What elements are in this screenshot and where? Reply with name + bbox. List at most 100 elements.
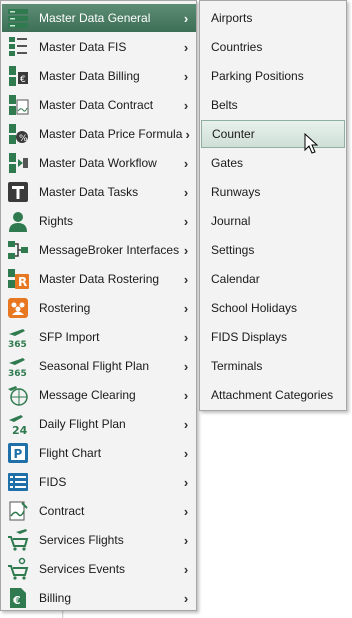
submenu-item-countries[interactable]: Countries <box>201 33 345 61</box>
submenu-arrow-icon: › <box>183 39 189 55</box>
submenu-item-airports[interactable]: Airports <box>201 4 345 32</box>
submenu-item-school-holidays[interactable]: School Holidays <box>201 294 345 322</box>
network-icon <box>6 238 30 262</box>
svg-text:365: 365 <box>8 369 27 378</box>
submenu-item-runways[interactable]: Runways <box>201 178 345 206</box>
menu-item-label: Master Data Contract <box>39 98 154 112</box>
menu-item-rights[interactable]: Rights › <box>2 207 196 235</box>
menu-item-label: FIDS <box>39 475 67 489</box>
svg-text:365: 365 <box>8 340 27 349</box>
svg-text:P: P <box>14 447 23 461</box>
menu-item-billing[interactable]: € Billing › <box>2 584 196 612</box>
menu-item-master-data-fis[interactable]: Master Data FIS › <box>2 33 196 61</box>
submenu-item-settings[interactable]: Settings <box>201 236 345 264</box>
price-formula-icon: % <box>6 122 30 146</box>
workflow-data-icon <box>6 151 30 175</box>
submenu-arrow-icon: › <box>183 416 189 432</box>
menu-item-master-data-general[interactable]: Master Data General › <box>2 4 196 32</box>
submenu-arrow-icon: › <box>183 532 189 548</box>
billing-data-icon: € <box>6 64 30 88</box>
menu-item-label: Billing <box>39 591 72 605</box>
menu-item-seasonal-flight-plan[interactable]: 365 Seasonal Flight Plan › <box>2 352 196 380</box>
main-menu: Master Data General › Master Data FIS › … <box>0 0 197 611</box>
submenu-arrow-icon: › <box>183 590 189 606</box>
menu-item-master-data-workflow[interactable]: Master Data Workflow › <box>2 149 196 177</box>
submenu-arrow-icon: › <box>183 242 189 258</box>
contract-data-icon <box>6 93 30 117</box>
menu-item-label: Master Data Workflow <box>39 156 157 170</box>
contract-signature-icon <box>6 499 30 523</box>
svg-text:%: % <box>19 134 28 144</box>
submenu-master-data-general: Airports Countries Parking Positions Bel… <box>199 0 347 411</box>
submenu-item-belts[interactable]: Belts <box>201 91 345 119</box>
menu-item-master-data-rostering[interactable]: R Master Data Rostering › <box>2 265 196 293</box>
menu-item-label: Master Data Rostering <box>39 272 160 286</box>
menu-item-label: Contract <box>39 504 85 518</box>
submenu-arrow-icon: › <box>185 126 190 142</box>
submenu-arrow-icon: › <box>183 358 189 374</box>
menu-item-label: Daily Flight Plan <box>39 417 126 431</box>
submenu-arrow-icon: › <box>183 213 189 229</box>
menu-item-master-data-price-formula[interactable]: % Master Data Price Formula › <box>2 120 196 148</box>
menu-item-label: MessageBroker Interfaces <box>39 243 180 257</box>
submenu-item-parking-positions[interactable]: Parking Positions <box>201 62 345 90</box>
menu-item-label: Master Data Tasks <box>39 185 139 199</box>
menu-item-sfp-import[interactable]: 365 SFP Import › <box>2 323 196 351</box>
submenu-item-counter[interactable]: Counter <box>201 120 345 148</box>
menu-item-contract[interactable]: Contract › <box>2 497 196 525</box>
svg-text:€: € <box>20 75 26 85</box>
tasks-icon <box>6 180 30 204</box>
submenu-arrow-icon: › <box>183 503 189 519</box>
menu-item-label: Services Flights <box>39 533 124 547</box>
cart-event-icon <box>6 557 30 581</box>
mouse-pointer-icon <box>304 132 320 155</box>
submenu-arrow-icon: › <box>183 561 189 577</box>
menu-item-label: Message Clearing <box>39 388 136 402</box>
user-icon <box>6 209 30 233</box>
menu-item-label: Master Data Price Formula <box>39 127 183 141</box>
menu-item-daily-flight-plan[interactable]: 24 Daily Flight Plan › <box>2 410 196 438</box>
submenu-item-journal[interactable]: Journal <box>201 207 345 235</box>
flight-365-plan-icon: 365 <box>6 354 30 379</box>
menu-item-messagebroker-interfaces[interactable]: MessageBroker Interfaces › <box>2 236 196 264</box>
submenu-arrow-icon: › <box>183 271 189 287</box>
submenu-arrow-icon: › <box>183 68 189 84</box>
server-stack-icon <box>6 6 30 30</box>
menu-item-label: Seasonal Flight Plan <box>39 359 150 373</box>
submenu-arrow-icon: › <box>183 445 189 461</box>
menu-item-label: Services Events <box>39 562 126 576</box>
menu-item-services-flights[interactable]: Services Flights › <box>2 526 196 554</box>
menu-item-label: SFP Import <box>39 330 100 344</box>
svg-text:24: 24 <box>12 424 28 436</box>
menu-item-services-events[interactable]: Services Events › <box>2 555 196 583</box>
submenu-arrow-icon: › <box>183 329 189 345</box>
submenu-item-fids-displays[interactable]: FIDS Displays <box>201 323 345 351</box>
menu-item-rostering[interactable]: Rostering › <box>2 294 196 322</box>
menu-item-master-data-billing[interactable]: € Master Data Billing › <box>2 62 196 90</box>
menu-item-fids[interactable]: FIDS › <box>2 468 196 496</box>
globe-plane-icon <box>6 383 30 407</box>
flight-24-icon: 24 <box>6 412 30 437</box>
flight-365-import-icon: 365 <box>6 325 30 350</box>
menu-item-flight-chart[interactable]: P Flight Chart › <box>2 439 196 467</box>
euro-document-icon: € <box>6 586 30 610</box>
fids-board-icon <box>6 470 30 494</box>
submenu-item-terminals[interactable]: Terminals <box>201 352 345 380</box>
svg-text:R: R <box>18 275 27 289</box>
rostering-data-icon: R <box>6 267 30 291</box>
svg-text:€: € <box>12 594 21 607</box>
menu-item-message-clearing[interactable]: Message Clearing › <box>2 381 196 409</box>
menu-item-master-data-contract[interactable]: Master Data Contract › <box>2 91 196 119</box>
submenu-arrow-icon: › <box>183 184 189 200</box>
menu-item-label: Rostering <box>39 301 91 315</box>
submenu-item-gates[interactable]: Gates <box>201 149 345 177</box>
data-list-icon <box>6 35 30 59</box>
parking-chart-icon: P <box>6 441 30 465</box>
submenu-arrow-icon: › <box>183 474 189 490</box>
submenu-item-calendar[interactable]: Calendar <box>201 265 345 293</box>
menu-item-label: Rights <box>39 214 74 228</box>
submenu-arrow-icon: › <box>183 97 189 113</box>
submenu-item-attachment-categories[interactable]: Attachment Categories <box>201 381 345 409</box>
menu-item-label: Master Data FIS <box>39 40 127 54</box>
menu-item-master-data-tasks[interactable]: Master Data Tasks › <box>2 178 196 206</box>
